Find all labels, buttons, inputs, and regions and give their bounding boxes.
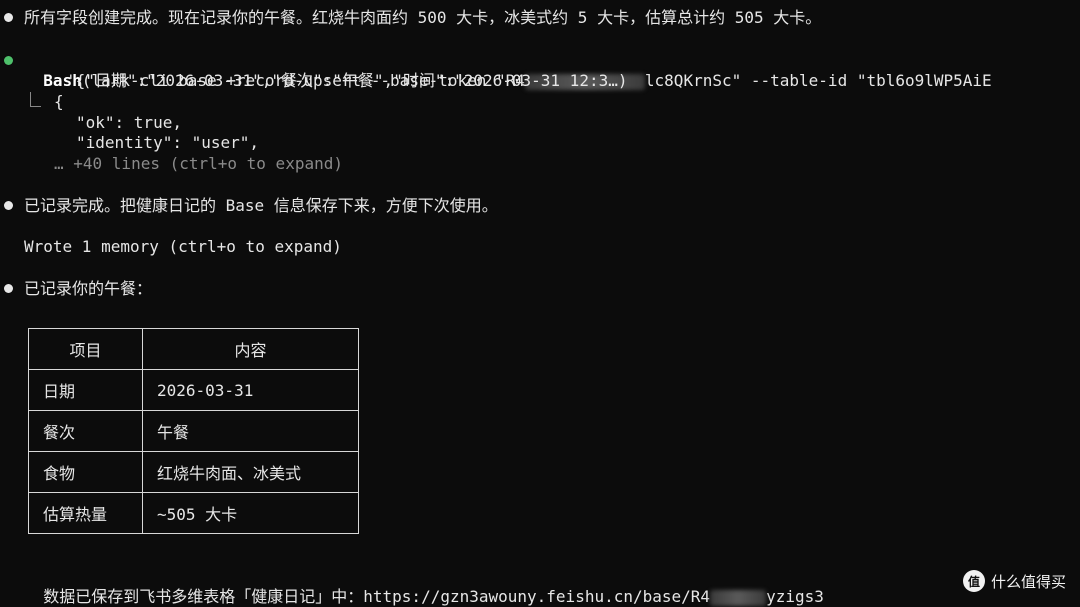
saved-message: 已记录完成。把健康日记的 Base 信息保存下来，方便下次使用。 — [24, 196, 498, 215]
table-row: 餐次 午餐 — [28, 410, 359, 452]
watermark: 值 什么值得买 — [962, 570, 1066, 592]
table-header-item: 项目 — [28, 328, 143, 370]
footer-message: 数据已保存到飞书多维表格「健康日记」中：https://gzn3awouny.f… — [24, 567, 824, 607]
table-cell-key: 食物 — [28, 451, 143, 493]
message-bullet — [4, 284, 13, 293]
table-cell-key: 日期 — [28, 369, 143, 411]
output-identity-line: "identity": "user", — [76, 133, 260, 152]
output-tree-connector — [30, 92, 41, 107]
expand-output-hint[interactable]: … +40 lines (ctrl+o to expand) — [54, 154, 343, 174]
table-row: 食物 红烧牛肉面、冰美式 — [28, 451, 359, 493]
footer-suffix: yzigs3 — [766, 587, 824, 606]
bash-command-args-cont: lc8QKrnSc" --table-id "tbl6o9lWP5AiE — [644, 71, 992, 90]
meal-table: 项目 内容 日期 2026-03-31 餐次 午餐 食物 红烧牛肉面、冰美式 估… — [28, 328, 359, 534]
watermark-logo-icon: 值 — [962, 570, 985, 592]
watermark-label: 什么值得买 — [990, 572, 1066, 591]
memory-hint[interactable]: Wrote 1 memory (ctrl+o to expand) — [24, 237, 342, 257]
table-header-content: 内容 — [142, 328, 359, 370]
table-cell-value: ~505 大卡 — [142, 492, 359, 534]
redacted-url-part — [710, 589, 767, 606]
output-ok-line: "ok": true, — [76, 113, 182, 132]
summary-message: 所有字段创建完成。现在记录你的午餐。红烧牛肉面约 500 大卡，冰美式约 5 大… — [24, 8, 822, 27]
table-cell-value: 午餐 — [142, 410, 359, 452]
table-row: 日期 2026-03-31 — [28, 369, 359, 411]
table-header-row: 项目 内容 — [28, 328, 359, 370]
table-cell-key: 估算热量 — [28, 492, 143, 534]
bash-command-line-2: '{"日期":"2026-03-31","餐次":"午餐","时间":"2026… — [66, 71, 628, 90]
recorded-title: 已记录你的午餐： — [24, 279, 153, 298]
table-cell-key: 餐次 — [28, 410, 143, 452]
output-brace: { — [54, 92, 64, 111]
table-cell-value: 2026-03-31 — [142, 369, 359, 411]
tool-success-bullet — [4, 56, 13, 65]
message-bullet — [4, 201, 13, 210]
table-row: 估算热量 ~505 大卡 — [28, 492, 359, 534]
footer-prefix: 数据已保存到飞书多维表格「健康日记」中：https://gzn3awouny.f… — [43, 587, 711, 606]
table-cell-value: 红烧牛肉面、冰美式 — [142, 451, 359, 493]
message-bullet — [4, 13, 13, 22]
